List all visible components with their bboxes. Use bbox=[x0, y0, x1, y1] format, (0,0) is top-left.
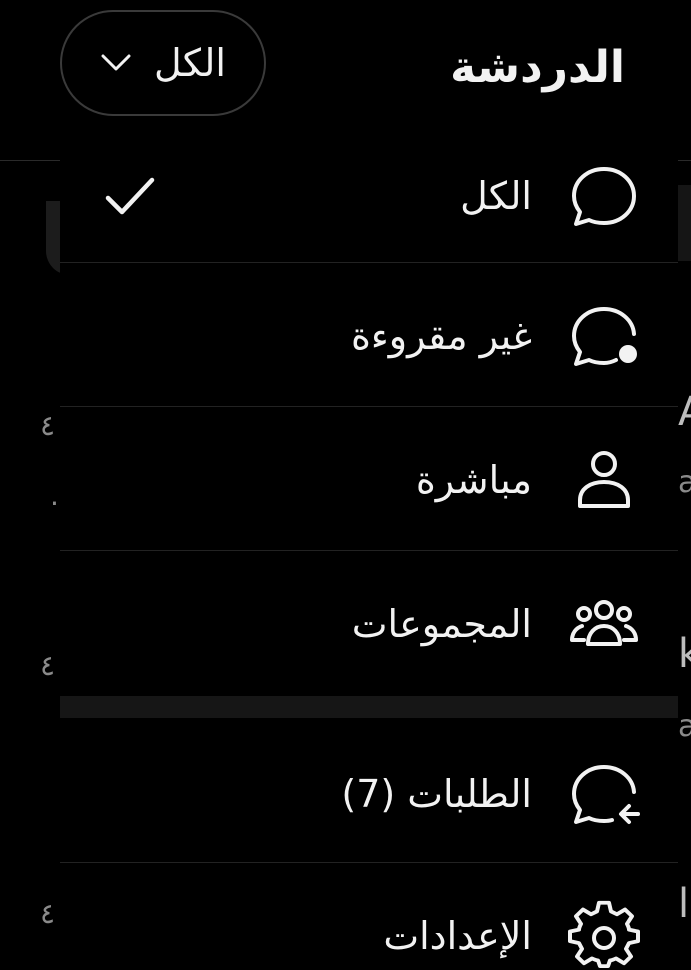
filter-option-label: غير مقروءة bbox=[350, 314, 532, 358]
menu-section-gap bbox=[60, 696, 678, 718]
chat-time: ٤ bbox=[40, 897, 56, 930]
chat-time: ٤ bbox=[40, 409, 56, 442]
menu-divider bbox=[60, 262, 678, 263]
chat-time: ٤ bbox=[40, 649, 56, 682]
filter-option-groups[interactable]: المجموعات bbox=[60, 554, 678, 694]
gear-icon bbox=[568, 900, 640, 970]
filter-option-unread[interactable]: غير مقروءة bbox=[60, 266, 678, 406]
filter-option-label: المجموعات bbox=[351, 602, 532, 646]
chat-preview-fragment: a bbox=[678, 465, 691, 500]
filter-option-label: مباشرة bbox=[415, 458, 532, 502]
checkmark-icon bbox=[102, 168, 158, 224]
filter-selected-label: الكل bbox=[154, 41, 226, 85]
filter-option-all[interactable]: الكل bbox=[60, 126, 678, 266]
chat-preview-fragment: a bbox=[678, 709, 691, 744]
filter-option-label: الطلبات (7) bbox=[341, 772, 532, 816]
filter-option-label: الإعدادات bbox=[383, 914, 532, 958]
filter-option-direct[interactable]: مباشرة bbox=[60, 410, 678, 550]
menu-divider bbox=[60, 550, 678, 551]
menu-divider bbox=[60, 406, 678, 407]
filter-option-requests[interactable]: الطلبات (7) bbox=[60, 724, 678, 864]
filter-dropdown-button[interactable]: الكل bbox=[60, 10, 266, 116]
chat-name-fragment: k bbox=[678, 631, 691, 677]
page-title: الدردشة bbox=[450, 42, 625, 93]
group-icon bbox=[568, 588, 640, 660]
chat-screen: ٤ . ٤ ٤ A a k a l الدردشة الكل bbox=[0, 0, 691, 970]
chat-name-fragment: l bbox=[678, 881, 690, 927]
chevron-down-icon bbox=[100, 53, 132, 73]
filter-menu: الكل غير مقروءة مباشرة المجموعات الطلبات… bbox=[60, 126, 678, 970]
chat-preview-fragment: . bbox=[50, 479, 59, 512]
filter-option-label: الكل bbox=[460, 174, 532, 218]
chat-request-icon bbox=[568, 758, 640, 830]
person-icon bbox=[568, 444, 640, 516]
chat-row-edge bbox=[677, 185, 691, 261]
chat-bubble-icon bbox=[568, 160, 640, 232]
menu-divider bbox=[60, 862, 678, 863]
filter-option-settings[interactable]: الإعدادات bbox=[60, 866, 678, 970]
chat-unread-icon bbox=[568, 300, 640, 372]
chat-name-fragment: A bbox=[678, 389, 691, 435]
